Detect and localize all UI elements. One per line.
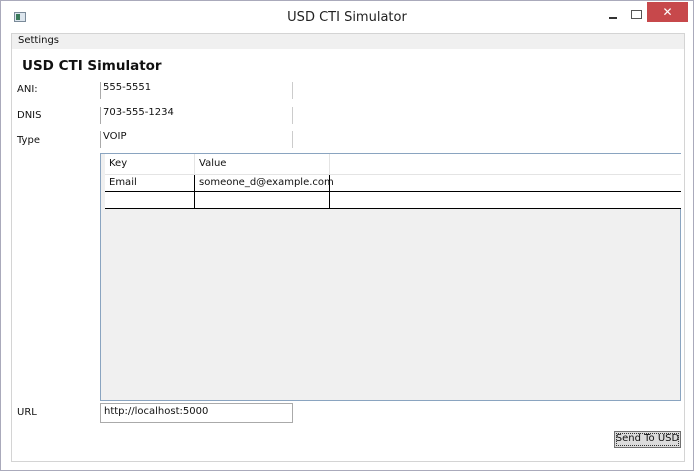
send-to-usd-button[interactable]: Send To USD <box>614 431 681 448</box>
menu-bar: Settings <box>12 34 684 49</box>
menu-settings[interactable]: Settings <box>18 35 59 46</box>
client-area: Settings USD CTI Simulator ANI: 555-5551… <box>11 33 685 462</box>
new-row[interactable] <box>105 192 681 209</box>
url-input[interactable]: http://localhost:5000 <box>100 403 293 423</box>
title-bar: USD CTI Simulator ✕ <box>1 1 693 33</box>
ani-label: ANI: <box>17 84 38 95</box>
column-header-value[interactable]: Value <box>195 154 330 174</box>
app-window: USD CTI Simulator ✕ Settings USD CTI Sim… <box>0 0 694 471</box>
close-button[interactable]: ✕ <box>647 2 688 22</box>
filler-cell <box>330 175 681 191</box>
url-label: URL <box>17 407 37 418</box>
key-value-grid[interactable]: Key Value Email someone_d@example.com <box>100 153 681 401</box>
key-cell[interactable] <box>105 192 195 208</box>
key-cell[interactable]: Email <box>105 175 195 191</box>
type-label: Type <box>17 135 40 146</box>
filler-cell <box>330 192 681 208</box>
table-row[interactable]: Email someone_d@example.com <box>105 175 681 192</box>
value-cell[interactable] <box>195 192 330 208</box>
dnis-field[interactable]: 703-555-1234 <box>100 107 293 124</box>
page-title: USD CTI Simulator <box>22 58 162 74</box>
value-cell[interactable]: someone_d@example.com <box>195 175 334 191</box>
type-field[interactable]: VOIP <box>100 131 293 148</box>
window-title: USD CTI Simulator <box>287 10 407 25</box>
column-header-key[interactable]: Key <box>105 154 195 174</box>
column-header-filler <box>330 154 681 174</box>
ani-field[interactable]: 555-5551 <box>100 82 293 99</box>
dnis-label: DNIS <box>17 110 42 121</box>
grid-header: Key Value <box>105 154 681 175</box>
